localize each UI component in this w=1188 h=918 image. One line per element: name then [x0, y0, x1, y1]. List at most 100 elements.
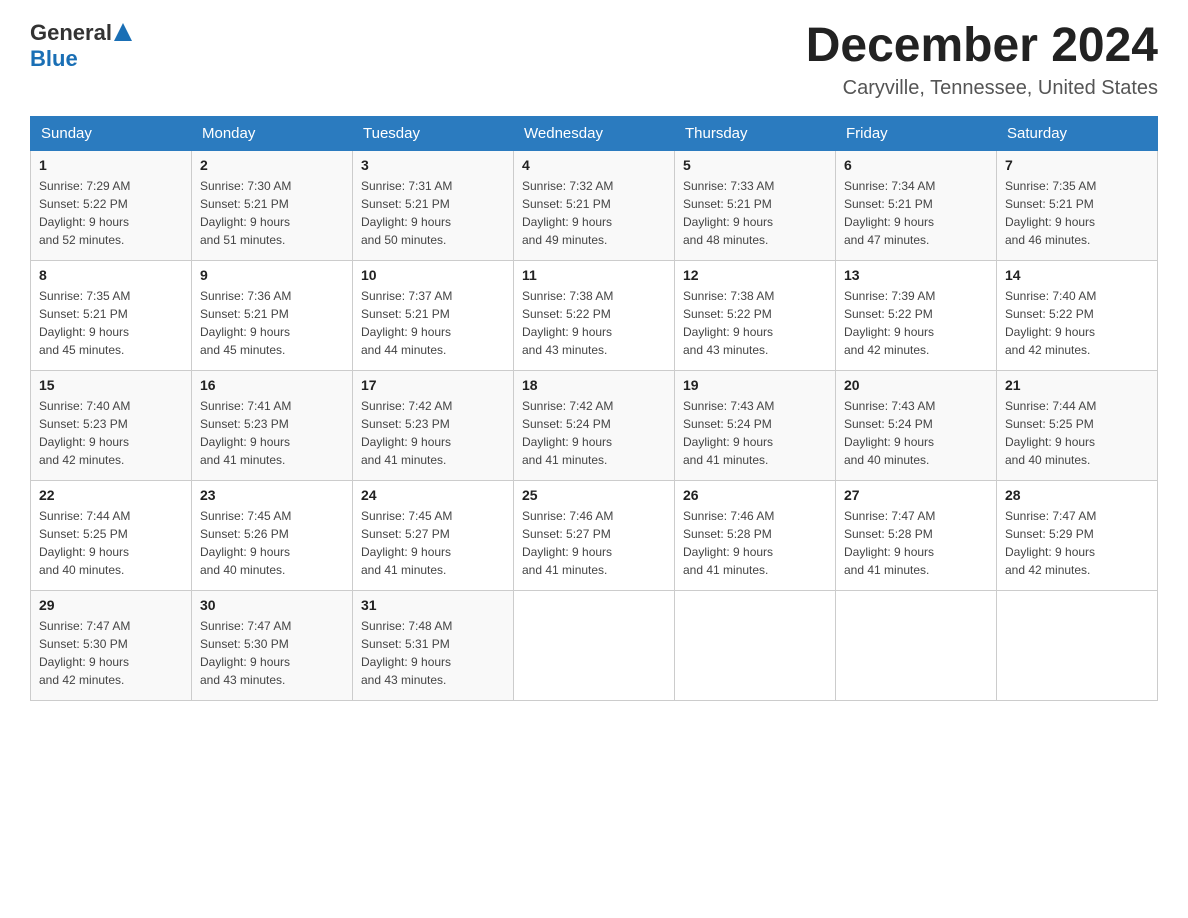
day-number: 15 [39, 377, 183, 393]
day-info: Sunrise: 7:47 AM Sunset: 5:28 PM Dayligh… [844, 507, 988, 579]
day-number: 31 [361, 597, 505, 613]
title-section: December 2024 Caryville, Tennessee, Unit… [806, 20, 1158, 100]
day-number: 29 [39, 597, 183, 613]
calendar-table: SundayMondayTuesdayWednesdayThursdayFrid… [30, 116, 1158, 701]
day-number: 6 [844, 157, 988, 173]
calendar-cell: 31 Sunrise: 7:48 AM Sunset: 5:31 PM Dayl… [353, 590, 514, 700]
calendar-cell [836, 590, 997, 700]
logo-general-text: General [30, 20, 112, 46]
day-number: 19 [683, 377, 827, 393]
page-header: General Blue December 2024 Caryville, Te… [30, 20, 1158, 100]
day-info: Sunrise: 7:30 AM Sunset: 5:21 PM Dayligh… [200, 177, 344, 249]
calendar-cell: 12 Sunrise: 7:38 AM Sunset: 5:22 PM Dayl… [675, 260, 836, 370]
day-info: Sunrise: 7:45 AM Sunset: 5:27 PM Dayligh… [361, 507, 505, 579]
day-number: 24 [361, 487, 505, 503]
day-info: Sunrise: 7:48 AM Sunset: 5:31 PM Dayligh… [361, 617, 505, 689]
day-number: 22 [39, 487, 183, 503]
calendar-cell: 18 Sunrise: 7:42 AM Sunset: 5:24 PM Dayl… [514, 370, 675, 480]
week-row-5: 29 Sunrise: 7:47 AM Sunset: 5:30 PM Dayl… [31, 590, 1158, 700]
day-info: Sunrise: 7:29 AM Sunset: 5:22 PM Dayligh… [39, 177, 183, 249]
day-number: 14 [1005, 267, 1149, 283]
day-number: 16 [200, 377, 344, 393]
calendar-cell [997, 590, 1158, 700]
calendar-cell: 23 Sunrise: 7:45 AM Sunset: 5:26 PM Dayl… [192, 480, 353, 590]
calendar-cell: 8 Sunrise: 7:35 AM Sunset: 5:21 PM Dayli… [31, 260, 192, 370]
calendar-cell: 26 Sunrise: 7:46 AM Sunset: 5:28 PM Dayl… [675, 480, 836, 590]
calendar-cell [514, 590, 675, 700]
calendar-cell: 6 Sunrise: 7:34 AM Sunset: 5:21 PM Dayli… [836, 150, 997, 260]
day-info: Sunrise: 7:31 AM Sunset: 5:21 PM Dayligh… [361, 177, 505, 249]
day-number: 26 [683, 487, 827, 503]
calendar-cell: 24 Sunrise: 7:45 AM Sunset: 5:27 PM Dayl… [353, 480, 514, 590]
calendar-cell: 21 Sunrise: 7:44 AM Sunset: 5:25 PM Dayl… [997, 370, 1158, 480]
calendar-cell: 11 Sunrise: 7:38 AM Sunset: 5:22 PM Dayl… [514, 260, 675, 370]
day-number: 27 [844, 487, 988, 503]
header-sunday: Sunday [31, 116, 192, 150]
calendar-cell: 9 Sunrise: 7:36 AM Sunset: 5:21 PM Dayli… [192, 260, 353, 370]
day-info: Sunrise: 7:46 AM Sunset: 5:27 PM Dayligh… [522, 507, 666, 579]
day-info: Sunrise: 7:47 AM Sunset: 5:30 PM Dayligh… [200, 617, 344, 689]
calendar-cell: 29 Sunrise: 7:47 AM Sunset: 5:30 PM Dayl… [31, 590, 192, 700]
day-number: 25 [522, 487, 666, 503]
calendar-cell: 20 Sunrise: 7:43 AM Sunset: 5:24 PM Dayl… [836, 370, 997, 480]
week-row-1: 1 Sunrise: 7:29 AM Sunset: 5:22 PM Dayli… [31, 150, 1158, 260]
day-number: 7 [1005, 157, 1149, 173]
calendar-cell: 1 Sunrise: 7:29 AM Sunset: 5:22 PM Dayli… [31, 150, 192, 260]
day-info: Sunrise: 7:42 AM Sunset: 5:23 PM Dayligh… [361, 397, 505, 469]
calendar-cell: 27 Sunrise: 7:47 AM Sunset: 5:28 PM Dayl… [836, 480, 997, 590]
header-monday: Monday [192, 116, 353, 150]
day-number: 28 [1005, 487, 1149, 503]
calendar-cell: 3 Sunrise: 7:31 AM Sunset: 5:21 PM Dayli… [353, 150, 514, 260]
day-info: Sunrise: 7:47 AM Sunset: 5:29 PM Dayligh… [1005, 507, 1149, 579]
week-row-2: 8 Sunrise: 7:35 AM Sunset: 5:21 PM Dayli… [31, 260, 1158, 370]
calendar-header-row: SundayMondayTuesdayWednesdayThursdayFrid… [31, 116, 1158, 150]
calendar-cell: 5 Sunrise: 7:33 AM Sunset: 5:21 PM Dayli… [675, 150, 836, 260]
calendar-cell: 4 Sunrise: 7:32 AM Sunset: 5:21 PM Dayli… [514, 150, 675, 260]
day-number: 21 [1005, 377, 1149, 393]
header-wednesday: Wednesday [514, 116, 675, 150]
day-info: Sunrise: 7:39 AM Sunset: 5:22 PM Dayligh… [844, 287, 988, 359]
day-number: 3 [361, 157, 505, 173]
day-info: Sunrise: 7:37 AM Sunset: 5:21 PM Dayligh… [361, 287, 505, 359]
day-info: Sunrise: 7:34 AM Sunset: 5:21 PM Dayligh… [844, 177, 988, 249]
calendar-cell: 22 Sunrise: 7:44 AM Sunset: 5:25 PM Dayl… [31, 480, 192, 590]
day-info: Sunrise: 7:36 AM Sunset: 5:21 PM Dayligh… [200, 287, 344, 359]
header-tuesday: Tuesday [353, 116, 514, 150]
day-number: 18 [522, 377, 666, 393]
logo-triangle-icon [114, 23, 132, 41]
day-info: Sunrise: 7:44 AM Sunset: 5:25 PM Dayligh… [1005, 397, 1149, 469]
calendar-cell: 19 Sunrise: 7:43 AM Sunset: 5:24 PM Dayl… [675, 370, 836, 480]
logo: General Blue [30, 20, 132, 72]
calendar-cell: 13 Sunrise: 7:39 AM Sunset: 5:22 PM Dayl… [836, 260, 997, 370]
day-info: Sunrise: 7:47 AM Sunset: 5:30 PM Dayligh… [39, 617, 183, 689]
day-info: Sunrise: 7:33 AM Sunset: 5:21 PM Dayligh… [683, 177, 827, 249]
day-info: Sunrise: 7:43 AM Sunset: 5:24 PM Dayligh… [844, 397, 988, 469]
calendar-cell: 14 Sunrise: 7:40 AM Sunset: 5:22 PM Dayl… [997, 260, 1158, 370]
day-number: 30 [200, 597, 344, 613]
calendar-cell: 10 Sunrise: 7:37 AM Sunset: 5:21 PM Dayl… [353, 260, 514, 370]
header-thursday: Thursday [675, 116, 836, 150]
calendar-cell: 25 Sunrise: 7:46 AM Sunset: 5:27 PM Dayl… [514, 480, 675, 590]
day-number: 17 [361, 377, 505, 393]
calendar-cell: 28 Sunrise: 7:47 AM Sunset: 5:29 PM Dayl… [997, 480, 1158, 590]
location-subtitle: Caryville, Tennessee, United States [806, 77, 1158, 100]
week-row-4: 22 Sunrise: 7:44 AM Sunset: 5:25 PM Dayl… [31, 480, 1158, 590]
day-info: Sunrise: 7:38 AM Sunset: 5:22 PM Dayligh… [683, 287, 827, 359]
day-number: 10 [361, 267, 505, 283]
day-number: 11 [522, 267, 666, 283]
logo-blue-text: Blue [30, 46, 78, 71]
calendar-cell: 17 Sunrise: 7:42 AM Sunset: 5:23 PM Dayl… [353, 370, 514, 480]
calendar-cell: 16 Sunrise: 7:41 AM Sunset: 5:23 PM Dayl… [192, 370, 353, 480]
day-number: 4 [522, 157, 666, 173]
day-info: Sunrise: 7:41 AM Sunset: 5:23 PM Dayligh… [200, 397, 344, 469]
header-friday: Friday [836, 116, 997, 150]
day-number: 1 [39, 157, 183, 173]
day-number: 9 [200, 267, 344, 283]
header-saturday: Saturday [997, 116, 1158, 150]
day-info: Sunrise: 7:46 AM Sunset: 5:28 PM Dayligh… [683, 507, 827, 579]
day-number: 13 [844, 267, 988, 283]
day-number: 23 [200, 487, 344, 503]
day-info: Sunrise: 7:42 AM Sunset: 5:24 PM Dayligh… [522, 397, 666, 469]
calendar-cell: 2 Sunrise: 7:30 AM Sunset: 5:21 PM Dayli… [192, 150, 353, 260]
day-info: Sunrise: 7:44 AM Sunset: 5:25 PM Dayligh… [39, 507, 183, 579]
